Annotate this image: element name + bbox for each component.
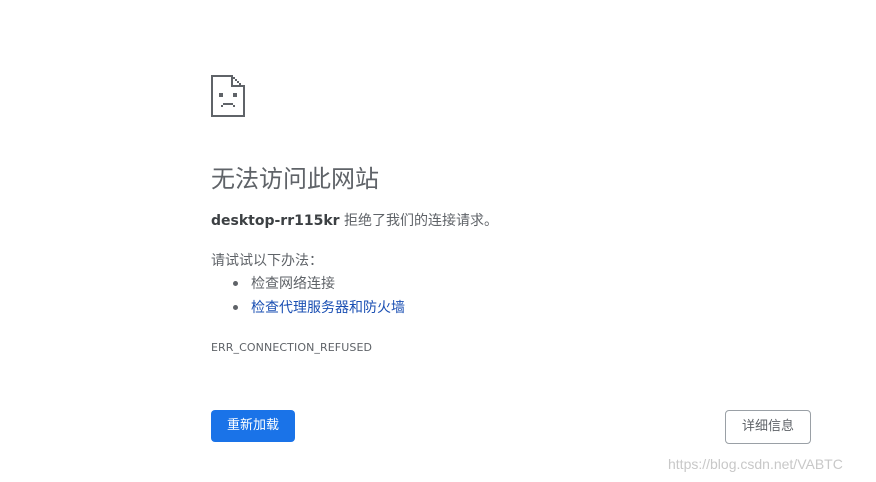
reload-button[interactable]: 重新加载	[211, 410, 295, 442]
summary-text: 拒绝了我们的连接请求。	[339, 213, 499, 229]
details-button[interactable]: 详细信息	[725, 410, 811, 444]
suggestions-heading: 请试试以下办法：	[211, 253, 323, 269]
error-summary: desktop-rr115kr 拒绝了我们的连接请求。	[211, 211, 498, 231]
suggestion-check-proxy-firewall: 检查代理服务器和防火墙	[211, 298, 405, 322]
error-code: ERR_CONNECTION_REFUSED	[211, 341, 373, 354]
sad-page-icon	[211, 75, 245, 117]
check-proxy-firewall-link[interactable]: 检查代理服务器和防火墙	[251, 300, 405, 316]
error-page: 无法访问此网站 desktop-rr115kr 拒绝了我们的连接请求。 请试试以…	[0, 0, 876, 482]
suggestions-list: 检查网络连接 检查代理服务器和防火墙	[211, 274, 405, 322]
suggestion-label: 检查网络连接	[251, 276, 335, 292]
watermark: https://blog.csdn.net/VABTC	[668, 456, 843, 472]
page-title: 无法访问此网站	[211, 165, 379, 193]
bullet-icon	[233, 305, 238, 310]
host-name: desktop-rr115kr	[211, 213, 340, 229]
bullet-icon	[233, 281, 238, 286]
suggestion-check-network: 检查网络连接	[211, 274, 405, 298]
